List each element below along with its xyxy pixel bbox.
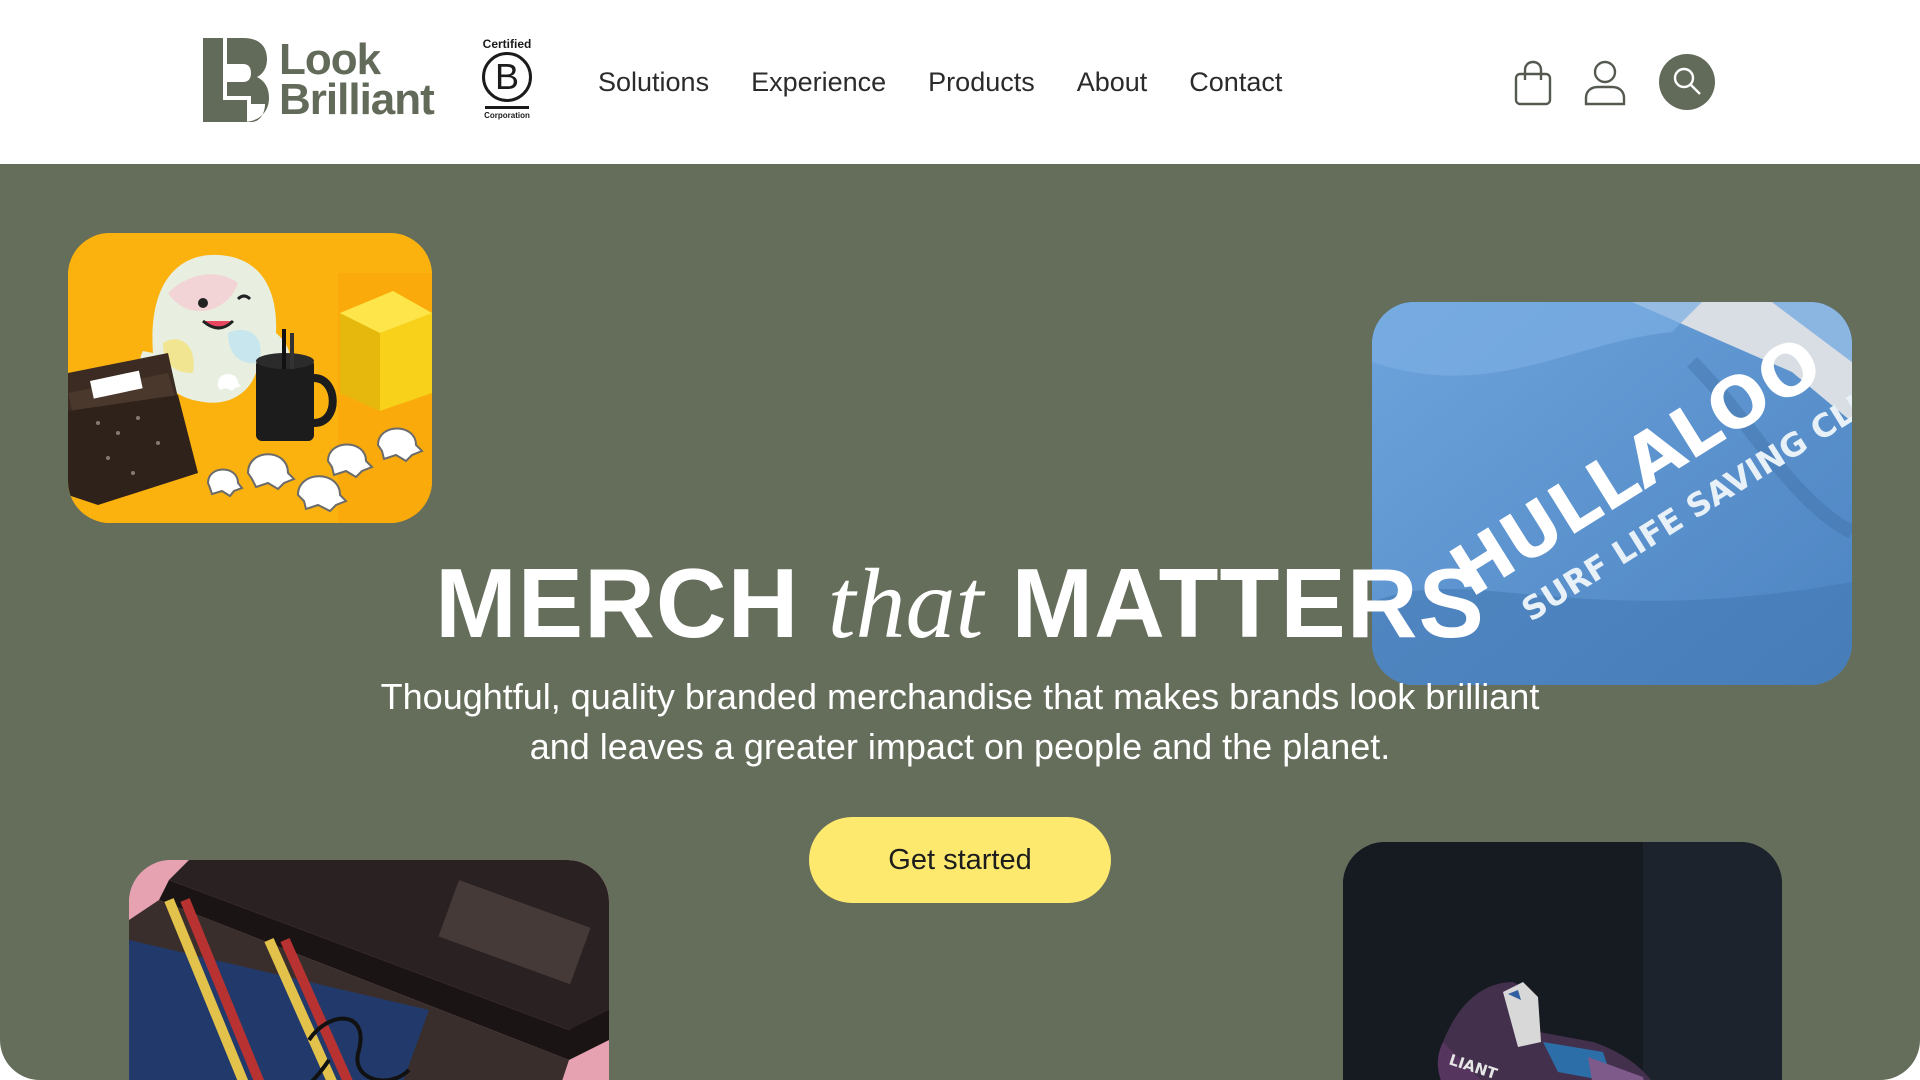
brand-line-2: Brilliant: [279, 75, 435, 124]
nav-about[interactable]: About: [1077, 62, 1148, 102]
search-icon: [1672, 66, 1702, 99]
merch-photo-tie-box: [129, 860, 609, 1080]
account-button[interactable]: [1580, 56, 1630, 112]
hero-subtitle: Thoughtful, quality branded merchandise …: [0, 672, 1920, 772]
brand-logo[interactable]: Look Brilliant: [203, 35, 435, 124]
brand-wordmark: Look Brilliant: [279, 35, 435, 124]
brand-mark-icon: [203, 38, 269, 122]
search-button[interactable]: [1659, 54, 1715, 110]
b-corp-certified-label: Certified: [482, 37, 532, 51]
hero-subtitle-line-1: Thoughtful, quality branded merchandise …: [380, 676, 1540, 717]
hero-headline: MERCH that MATTERS: [0, 548, 1920, 659]
nav-experience[interactable]: Experience: [751, 62, 886, 102]
merch-photo-sneaker: LIANT: [1343, 842, 1782, 1080]
nav-contact[interactable]: Contact: [1189, 62, 1282, 102]
headline-part-2: MATTERS: [1011, 548, 1485, 658]
user-icon: [1584, 60, 1626, 109]
b-corp-letter: B: [482, 52, 532, 102]
merch-photo-snapchat: [68, 233, 432, 523]
site-header: Look Brilliant Certified B Corporation S…: [0, 0, 1920, 164]
b-corp-divider: [485, 106, 529, 109]
nav-products[interactable]: Products: [928, 62, 1035, 102]
hero-subtitle-line-2: and leaves a greater impact on people an…: [529, 726, 1391, 767]
nav-solutions[interactable]: Solutions: [598, 62, 709, 102]
cart-button[interactable]: [1508, 56, 1558, 112]
shopping-bag-icon: [1513, 60, 1553, 109]
b-corp-corporation-label: Corporation: [484, 111, 530, 120]
brand-line-1: Look: [279, 35, 381, 84]
main-nav: Solutions Experience Products About Cont…: [598, 62, 1282, 102]
hero-section: HULLALOO SURF LIFE SAVING CLUB LIANT MER…: [0, 164, 1920, 1080]
get-started-button[interactable]: Get started: [809, 817, 1111, 903]
b-corp-badge: Certified B Corporation: [480, 38, 534, 124]
headline-script-word: that: [827, 548, 984, 659]
headline-part-1: MERCH: [435, 548, 800, 658]
